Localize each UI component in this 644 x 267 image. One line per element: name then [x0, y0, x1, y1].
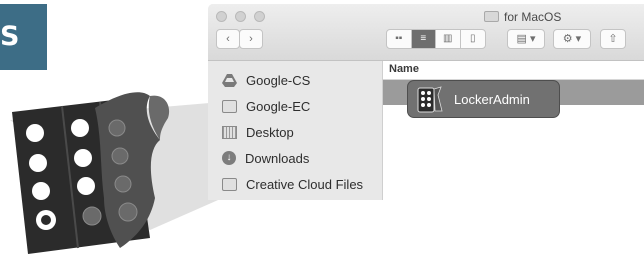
forward-button[interactable]: › [239, 29, 263, 49]
sidebar-item-label: Google-CS [246, 72, 311, 88]
sidebar-item-label: Desktop [246, 124, 294, 140]
zoom-button[interactable] [254, 11, 265, 22]
folder-icon [222, 177, 237, 191]
window-titlebar: for MacOS ‹ › ▪▪ ≡ ▥ ▯ ▤ ▾ ⚙ ▾ ⇧ [208, 4, 644, 61]
cover-flow-view-icon[interactable]: ▯ [461, 30, 485, 48]
sidebar-item-label: Creative Cloud Files [246, 176, 364, 192]
group-by-button[interactable]: ▤ ▾ [507, 29, 545, 49]
column-header-name[interactable]: Name [383, 61, 644, 80]
chevron-right-icon: › [249, 33, 253, 45]
close-button[interactable] [216, 11, 227, 22]
back-button[interactable]: ‹ [216, 29, 240, 49]
sidebar-item-desktop[interactable]: Desktop [222, 123, 294, 141]
group-by-icon: ▤ ▾ [516, 33, 536, 45]
list-view-icon[interactable]: ≡ [411, 30, 436, 48]
share-button[interactable]: ⇧ [600, 29, 626, 49]
sidebar-item-google-cs[interactable]: Google-CS [222, 71, 310, 89]
folder-icon [484, 11, 499, 22]
action-button[interactable]: ⚙ ▾ [553, 29, 591, 49]
share-icon: ⇧ [608, 33, 618, 45]
locker-admin-app-icon [417, 86, 443, 113]
keypad-lock-icon [12, 92, 170, 254]
icon-view-icon[interactable]: ▪▪ [387, 30, 412, 48]
minimize-button[interactable] [235, 11, 246, 22]
chevron-left-icon: ‹ [226, 33, 230, 45]
selected-file-callout[interactable]: LockerAdmin [407, 80, 560, 118]
sidebar-item-label: Downloads [245, 150, 310, 166]
downloads-icon: ↓ [222, 151, 236, 165]
view-mode-selector[interactable]: ▪▪ ≡ ▥ ▯ [386, 29, 486, 49]
sidebar-item-downloads[interactable]: ↓ Downloads [222, 149, 309, 167]
folder-icon [222, 99, 237, 113]
window-title: for MacOS [484, 10, 561, 24]
sidebar-item-google-ec[interactable]: Google-EC [222, 97, 310, 115]
desktop-icon [222, 125, 237, 139]
google-drive-icon [222, 73, 237, 87]
gear-icon: ⚙ ▾ [562, 33, 582, 45]
sidebar-item-label: Google-EC [246, 98, 311, 114]
finder-sidebar: Google-CS Google-EC Desktop ↓ Downloads … [208, 61, 383, 200]
file-name: LockerAdmin [454, 92, 530, 107]
column-view-icon[interactable]: ▥ [436, 30, 461, 48]
sidebar-item-creative-cloud-files[interactable]: Creative Cloud Files [222, 175, 363, 193]
